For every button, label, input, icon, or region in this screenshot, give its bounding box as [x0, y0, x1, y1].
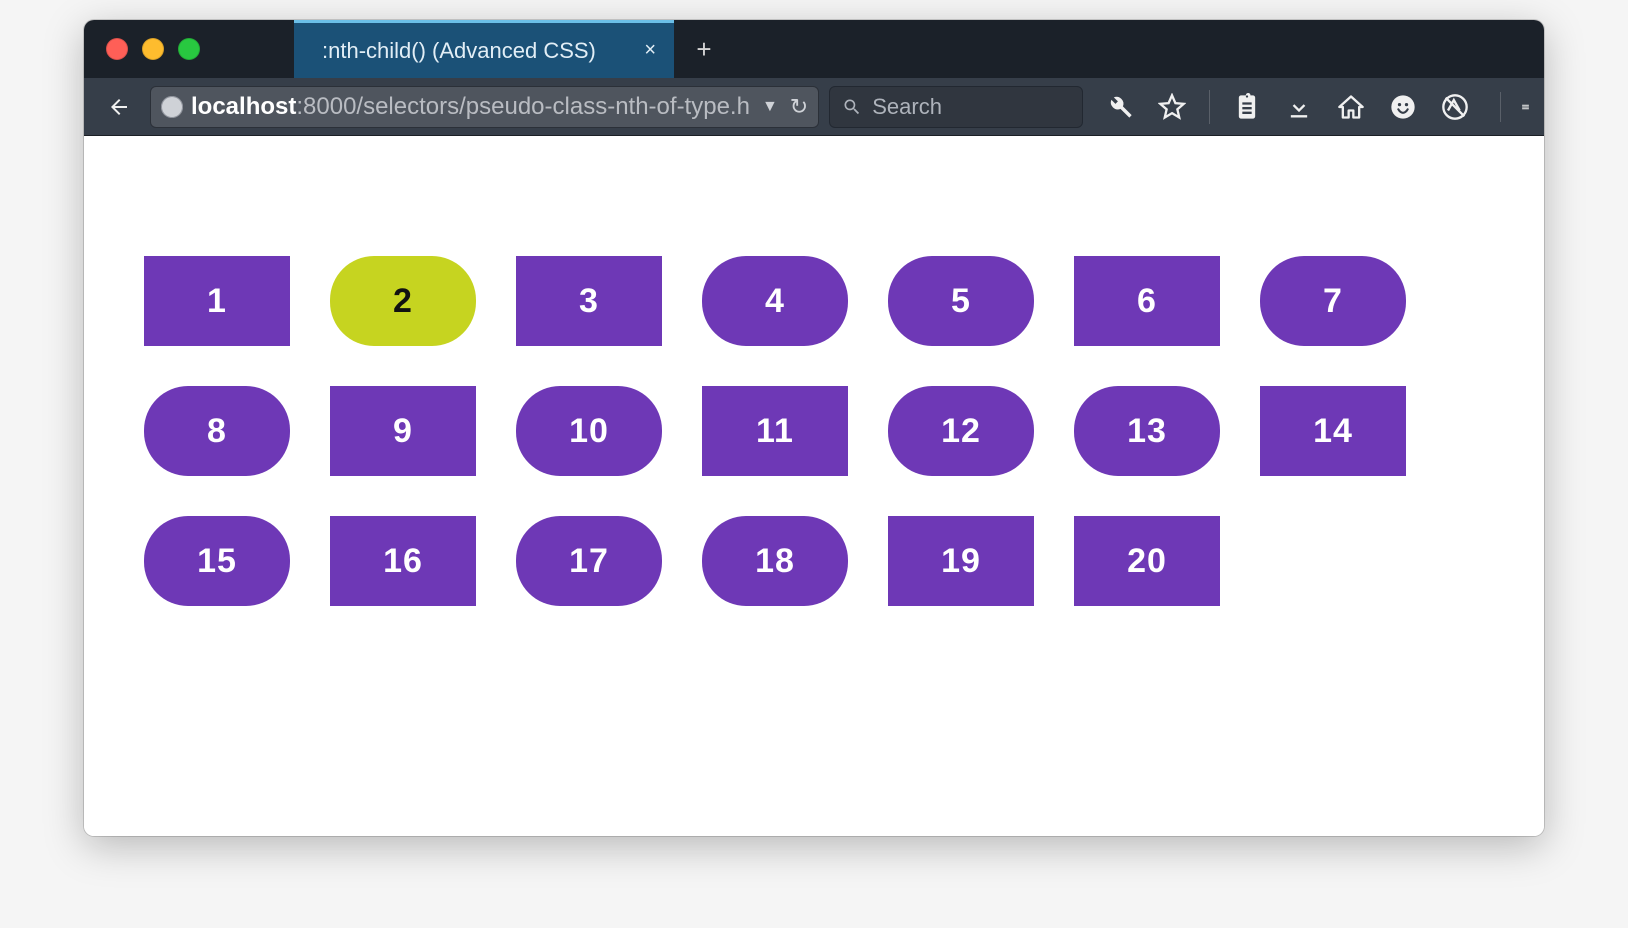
star-icon[interactable] — [1157, 92, 1187, 122]
toolbar: localhost:8000/selectors/pseudo-class-nt… — [84, 78, 1544, 136]
url-dropdown-icon[interactable]: ▼ — [758, 98, 782, 116]
tab-strip: :nth-child() (Advanced CSS) × + — [294, 20, 1544, 78]
tile-12: 12 — [888, 386, 1034, 476]
separator — [1209, 90, 1210, 124]
tile-3: 3 — [516, 256, 662, 346]
menu-icon[interactable] — [1500, 92, 1530, 122]
url-field[interactable]: localhost:8000/selectors/pseudo-class-nt… — [150, 86, 819, 128]
tile-14: 14 — [1260, 386, 1406, 476]
style-editor-icon[interactable] — [1440, 92, 1470, 122]
back-arrow-icon — [107, 95, 131, 119]
tile-8: 8 — [144, 386, 290, 476]
page-content: 1234567891011121314151617181920 — [84, 136, 1544, 836]
browser-tab-active[interactable]: :nth-child() (Advanced CSS) × — [294, 20, 674, 78]
tile-4: 4 — [702, 256, 848, 346]
tile-5: 5 — [888, 256, 1034, 346]
tile-19: 19 — [888, 516, 1034, 606]
tile-2: 2 — [330, 256, 476, 346]
url-text: localhost:8000/selectors/pseudo-class-nt… — [191, 93, 750, 121]
titlebar: :nth-child() (Advanced CSS) × + — [84, 20, 1544, 78]
window-zoom-button[interactable] — [178, 38, 200, 60]
tile-20: 20 — [1074, 516, 1220, 606]
tab-title: :nth-child() (Advanced CSS) — [322, 38, 596, 64]
tile-15: 15 — [144, 516, 290, 606]
window-close-button[interactable] — [106, 38, 128, 60]
search-icon — [842, 97, 862, 117]
tile-17: 17 — [516, 516, 662, 606]
new-tab-button[interactable]: + — [674, 20, 734, 78]
tab-close-icon[interactable]: × — [644, 39, 656, 62]
browser-window: :nth-child() (Advanced CSS) × + localhos… — [84, 20, 1544, 836]
tile-16: 16 — [330, 516, 476, 606]
tile-11: 11 — [702, 386, 848, 476]
tile-10: 10 — [516, 386, 662, 476]
search-placeholder: Search — [872, 94, 942, 120]
back-button[interactable] — [98, 86, 140, 128]
url-host: localhost — [191, 93, 296, 120]
tile-7: 7 — [1260, 256, 1406, 346]
tile-18: 18 — [702, 516, 848, 606]
url-path: :8000/selectors/pseudo-class-nth-of-type… — [296, 93, 750, 120]
tile-13: 13 — [1074, 386, 1220, 476]
tile-9: 9 — [330, 386, 476, 476]
home-icon[interactable] — [1336, 92, 1366, 122]
window-controls — [84, 20, 294, 78]
wrench-icon[interactable] — [1105, 92, 1135, 122]
tile-1: 1 — [144, 256, 290, 346]
smile-icon[interactable] — [1388, 92, 1418, 122]
globe-icon — [161, 96, 183, 118]
toolbar-icons — [1093, 90, 1530, 124]
tile-grid: 1234567891011121314151617181920 — [144, 256, 1484, 606]
clipboard-icon[interactable] — [1232, 92, 1262, 122]
download-icon[interactable] — [1284, 92, 1314, 122]
window-minimize-button[interactable] — [142, 38, 164, 60]
plus-icon: + — [696, 34, 711, 65]
search-field[interactable]: Search — [829, 86, 1083, 128]
tile-6: 6 — [1074, 256, 1220, 346]
reload-icon[interactable]: ↻ — [790, 94, 808, 120]
